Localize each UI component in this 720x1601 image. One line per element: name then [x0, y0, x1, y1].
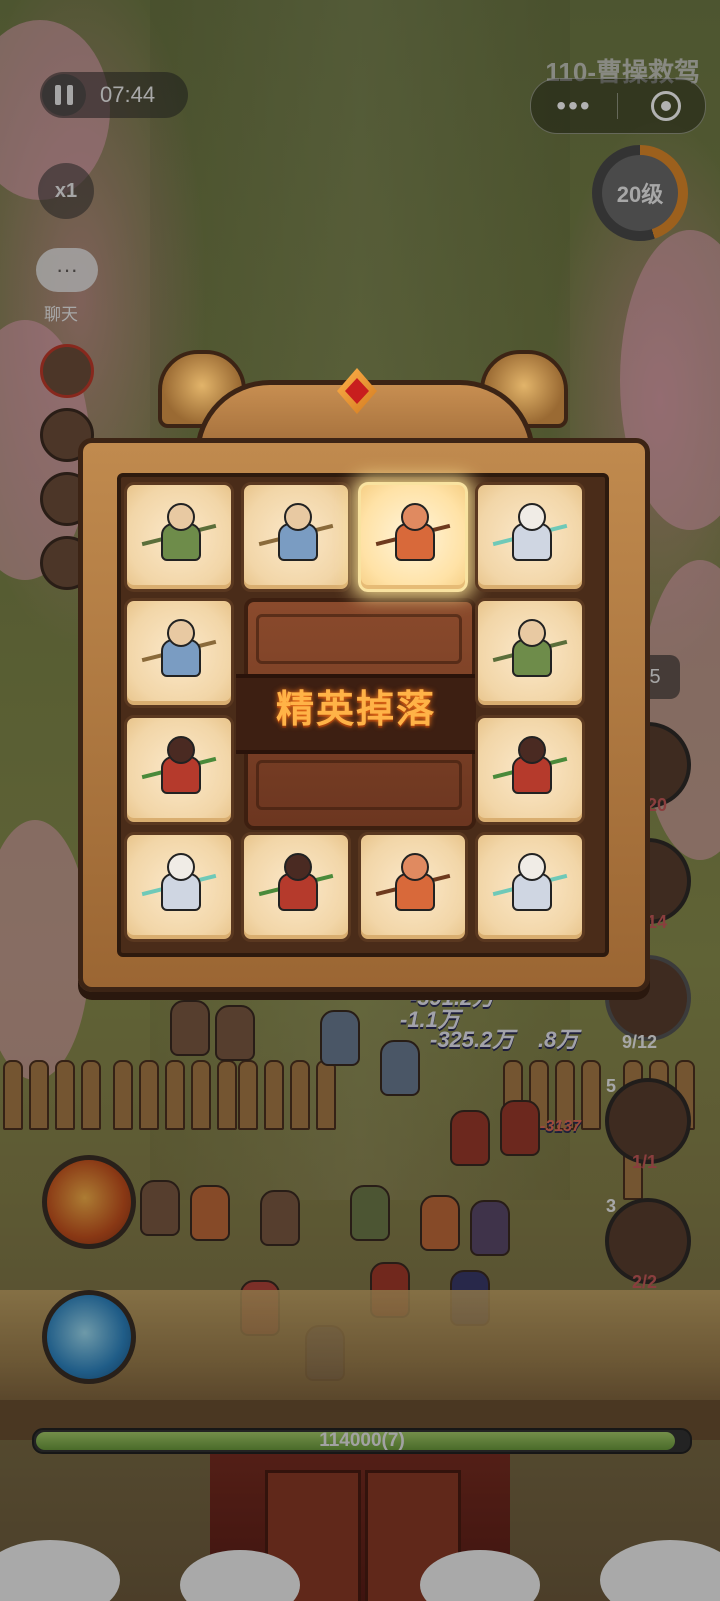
spearman-blue-hero-icon: [258, 503, 334, 569]
general-red-hero-icon: [492, 736, 568, 802]
hero-head: [518, 619, 546, 647]
hero-tile[interactable]: [124, 482, 234, 592]
hero-head: [401, 503, 429, 531]
elite-drop-title: 精英掉落: [275, 689, 436, 731]
pattern-panel: [256, 614, 462, 664]
hero-head: [167, 853, 195, 881]
spearman-blue-hero-icon: [141, 619, 217, 685]
hero-tile[interactable]: [241, 482, 351, 592]
hero-tile[interactable]: [475, 598, 585, 708]
general-red-hero-icon: [258, 853, 334, 919]
mage-white-hero-icon: [492, 503, 568, 569]
general-red-hero-icon: [141, 736, 217, 802]
hero-tile[interactable]: [358, 832, 468, 942]
hero-head: [518, 736, 546, 764]
mage-white-hero-icon: [492, 853, 568, 919]
pattern-panel: [256, 760, 462, 810]
brute-orange-hero-icon: [375, 503, 451, 569]
hero-head: [518, 503, 546, 531]
hero-head: [167, 503, 195, 531]
mage-white-hero-icon: [141, 853, 217, 919]
hero-tile[interactable]: [124, 598, 234, 708]
hero-head: [167, 736, 195, 764]
hero-head: [284, 503, 312, 531]
brute-orange-hero-icon: [375, 853, 451, 919]
hero-head: [167, 619, 195, 647]
hero-tile[interactable]: [124, 832, 234, 942]
hero-tile[interactable]: [241, 832, 351, 942]
hero-head: [284, 853, 312, 881]
hero-tile[interactable]: [124, 715, 234, 825]
archer-green-hero-icon: [492, 619, 568, 685]
hero-tile[interactable]: [475, 832, 585, 942]
hero-tile[interactable]: [475, 715, 585, 825]
hero-head: [518, 853, 546, 881]
hero-head: [401, 853, 429, 881]
hero-tile[interactable]: [475, 482, 585, 592]
archer-green-hero-icon: [141, 503, 217, 569]
hero-tile[interactable]: [358, 482, 468, 592]
